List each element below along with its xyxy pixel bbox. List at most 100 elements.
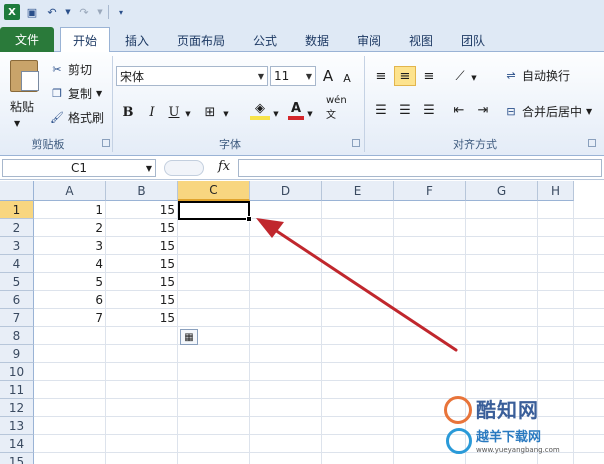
tab-view[interactable]: 视图 — [400, 28, 442, 52]
tab-page-layout[interactable]: 页面布局 — [168, 28, 234, 52]
cell-b3[interactable]: 15 — [106, 237, 178, 255]
column-header-a[interactable]: A — [34, 181, 106, 201]
orientation-icon[interactable]: ⟋ — [450, 66, 470, 86]
cell-b5[interactable]: 15 — [106, 273, 178, 291]
row-header-10[interactable]: 10 — [0, 363, 34, 381]
underline-button[interactable]: U — [166, 102, 182, 122]
italic-button[interactable]: I — [144, 102, 160, 122]
fill-handle[interactable] — [246, 216, 252, 222]
cell-b2[interactable]: 15 — [106, 219, 178, 237]
font-launcher-icon[interactable] — [352, 139, 360, 147]
font-size-select[interactable]: 11 ▼ — [270, 66, 316, 86]
cell-b6[interactable]: 15 — [106, 291, 178, 309]
borders-icon[interactable]: ⊞ — [200, 102, 220, 122]
column-header-b[interactable]: B — [106, 181, 178, 201]
phonetic-guide-button[interactable]: wén 文 — [326, 95, 356, 121]
row-header-1[interactable]: 1 — [0, 201, 34, 219]
borders-dropdown-icon[interactable]: ▼ — [222, 104, 230, 124]
orientation-dropdown-icon[interactable]: ▼ — [470, 68, 478, 88]
font-name-select[interactable]: 宋体 ▼ — [116, 66, 268, 86]
row-header-11[interactable]: 11 — [0, 381, 34, 399]
cut-label: 剪切 — [68, 62, 93, 77]
formula-input[interactable] — [238, 159, 602, 177]
align-middle-icon[interactable]: ≡ — [394, 66, 416, 86]
cell-a1[interactable]: 1 — [34, 201, 106, 219]
font-color-button[interactable]: A — [288, 100, 304, 120]
tab-insert[interactable]: 插入 — [116, 28, 158, 52]
shrink-font-button[interactable]: A — [340, 68, 354, 88]
select-all-corner[interactable] — [0, 181, 34, 201]
alignment-launcher-icon[interactable] — [588, 139, 596, 147]
format-painter-button[interactable]: 🖌 格式刷 — [50, 108, 104, 126]
cell-a7[interactable]: 7 — [34, 309, 106, 327]
name-box[interactable]: C1 ▼ — [2, 159, 156, 177]
column-header-f[interactable]: F — [394, 181, 466, 201]
align-top-icon[interactable]: ≡ — [372, 66, 390, 86]
tab-review[interactable]: 审阅 — [348, 28, 390, 52]
cell-a2[interactable]: 2 — [34, 219, 106, 237]
column-header-h[interactable]: H — [538, 181, 574, 201]
customize-toolbar-icon[interactable]: ▾ — [113, 4, 129, 20]
decrease-indent-icon[interactable]: ⇤ — [450, 100, 468, 120]
paste-icon[interactable] — [10, 60, 39, 92]
row-header-7[interactable]: 7 — [0, 309, 34, 327]
align-right-icon[interactable]: ☰ — [420, 100, 438, 120]
redo-dropdown-icon[interactable]: ▼ — [96, 4, 104, 20]
copy-button[interactable]: ❐ 复制 ▼ — [50, 84, 102, 102]
underline-dropdown-icon[interactable]: ▼ — [184, 104, 192, 124]
row-header-2[interactable]: 2 — [0, 219, 34, 237]
align-center-icon[interactable]: ☰ — [396, 100, 414, 120]
cell-b7[interactable]: 15 — [106, 309, 178, 327]
column-header-e[interactable]: E — [322, 181, 394, 201]
row-header-4[interactable]: 4 — [0, 255, 34, 273]
active-cell[interactable] — [178, 201, 250, 220]
grow-font-button[interactable]: A — [320, 66, 336, 86]
formula-bar-splitter[interactable] — [164, 160, 204, 176]
cut-button[interactable]: ✂ 剪切 — [50, 60, 92, 78]
fill-color-icon[interactable]: ◈ — [250, 100, 270, 120]
row-header-6[interactable]: 6 — [0, 291, 34, 309]
cell-a4[interactable]: 4 — [34, 255, 106, 273]
paste-dropdown-icon[interactable]: ▼ — [14, 114, 20, 132]
cell-b4[interactable]: 15 — [106, 255, 178, 273]
tab-file[interactable]: 文件 — [0, 27, 54, 52]
tab-home[interactable]: 开始 — [60, 27, 110, 53]
insert-function-button[interactable]: fx — [218, 159, 230, 174]
fill-color-dropdown-icon[interactable]: ▼ — [272, 104, 280, 124]
group-label-alignment: 对齐方式 — [453, 138, 497, 151]
auto-fill-options-icon[interactable]: ▦ — [180, 329, 198, 345]
column-header-d[interactable]: D — [250, 181, 322, 201]
cell-a6[interactable]: 6 — [34, 291, 106, 309]
clipboard-launcher-icon[interactable] — [102, 139, 110, 147]
cell-a3[interactable]: 3 — [34, 237, 106, 255]
column-header-g[interactable]: G — [466, 181, 538, 201]
row-header-5[interactable]: 5 — [0, 273, 34, 291]
row-header-15[interactable]: 15 — [0, 453, 34, 464]
row-header-12[interactable]: 12 — [0, 399, 34, 417]
row-header-14[interactable]: 14 — [0, 435, 34, 453]
align-left-icon[interactable]: ☰ — [372, 100, 390, 120]
tab-data[interactable]: 数据 — [296, 28, 338, 52]
cell-a5[interactable]: 5 — [34, 273, 106, 291]
save-icon[interactable]: ▣ — [24, 4, 40, 20]
row-header-3[interactable]: 3 — [0, 237, 34, 255]
row-header-8[interactable]: 8 — [0, 327, 34, 345]
merge-center-button[interactable]: ⊟ 合并后居中 ▼ — [504, 102, 592, 120]
wrap-text-button[interactable]: ⇌ 自动换行 — [504, 66, 570, 84]
column-header-c[interactable]: C — [178, 181, 250, 201]
increase-indent-icon[interactable]: ⇥ — [474, 100, 492, 120]
bold-button[interactable]: B — [120, 102, 136, 122]
cell-b1[interactable]: 15 — [106, 201, 178, 219]
undo-icon[interactable]: ↶ — [44, 4, 60, 20]
merge-dropdown-icon[interactable]: ▼ — [586, 107, 592, 116]
copy-dropdown-icon[interactable]: ▼ — [96, 89, 102, 98]
row-header-9[interactable]: 9 — [0, 345, 34, 363]
align-bottom-icon[interactable]: ≡ — [420, 66, 438, 86]
paste-button[interactable]: 粘贴 — [10, 98, 34, 115]
redo-icon[interactable]: ↷ — [76, 4, 92, 20]
tab-formulas[interactable]: 公式 — [244, 28, 286, 52]
tab-team[interactable]: 团队 — [452, 28, 494, 52]
row-header-13[interactable]: 13 — [0, 417, 34, 435]
font-color-dropdown-icon[interactable]: ▼ — [306, 104, 314, 124]
undo-dropdown-icon[interactable]: ▼ — [64, 4, 72, 20]
